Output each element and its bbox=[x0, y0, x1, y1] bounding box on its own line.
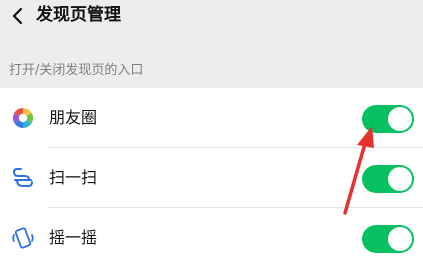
toggle-knob bbox=[388, 167, 412, 191]
list-item-moments: 朋友圈 bbox=[0, 88, 423, 148]
moments-aperture-icon bbox=[12, 107, 34, 129]
scan-label: 扫一扫 bbox=[49, 168, 98, 187]
moments-toggle[interactable] bbox=[362, 105, 414, 133]
list-item-scan: 扫一扫 bbox=[0, 148, 423, 208]
shake-label: 摇一摇 bbox=[49, 228, 98, 247]
scan-icon bbox=[13, 168, 33, 187]
chevron-left-icon[interactable] bbox=[8, 6, 28, 26]
scan-toggle[interactable] bbox=[362, 165, 414, 193]
section-label: 打开/关闭发现页的入口 bbox=[9, 63, 144, 78]
shake-toggle[interactable] bbox=[362, 225, 414, 253]
list-item-shake: 摇一摇 bbox=[0, 208, 423, 268]
moments-label: 朋友圈 bbox=[49, 108, 98, 127]
top-bar: 发现页管理 bbox=[0, 0, 423, 32]
page-title: 发现页管理 bbox=[36, 5, 121, 25]
toggle-knob bbox=[388, 107, 412, 131]
discover-entries-list: 朋友圈 扫一扫 摇一摇 bbox=[0, 88, 423, 272]
shake-icon bbox=[12, 227, 34, 249]
toggle-knob bbox=[388, 227, 412, 251]
